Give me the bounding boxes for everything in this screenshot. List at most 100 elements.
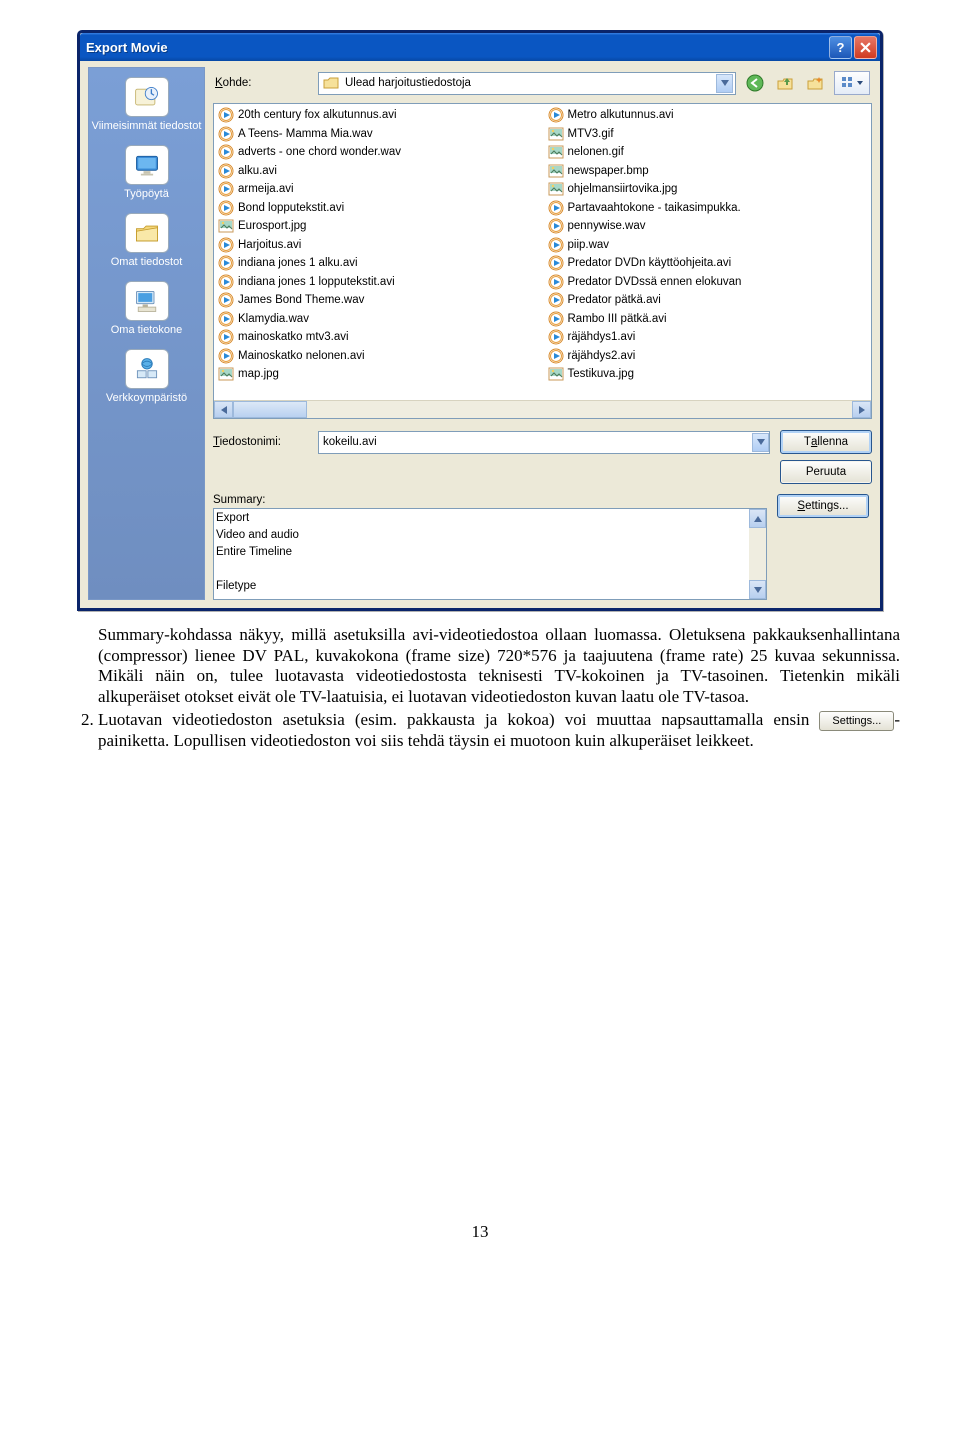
file-item[interactable]: piip.wav	[548, 236, 868, 255]
file-item[interactable]: indiana jones 1 lopputekstit.avi	[218, 273, 538, 292]
scroll-thumb[interactable]	[233, 401, 307, 418]
file-item[interactable]: MTV3.gif	[548, 125, 868, 144]
file-item[interactable]: adverts - one chord wonder.wav	[218, 143, 538, 162]
image-icon	[218, 218, 234, 234]
file-name: piip.wav	[568, 239, 610, 251]
file-item[interactable]: A Teens- Mamma Mia.wav	[218, 125, 538, 144]
new-folder-button[interactable]	[804, 72, 826, 94]
file-item[interactable]: Predator DVDssä ennen elokuvan	[548, 273, 868, 292]
scroll-right-button[interactable]	[852, 401, 871, 418]
sidebar-item-recent[interactable]: Viimeisimmät tiedostot	[87, 74, 206, 142]
cancel-button[interactable]: Peruuta	[780, 460, 872, 484]
media-icon	[218, 311, 234, 327]
media-icon	[218, 292, 234, 308]
media-icon	[548, 200, 564, 216]
summary-line: Video and audio	[216, 527, 746, 544]
sidebar-item-mycomputer[interactable]: Oma tietokone	[87, 278, 206, 346]
chevron-down-icon[interactable]	[716, 74, 733, 93]
media-icon	[218, 329, 234, 345]
file-item[interactable]: räjähdys2.avi	[548, 347, 868, 366]
up-one-level-button[interactable]	[774, 72, 796, 94]
scroll-down-button[interactable]	[749, 580, 766, 599]
file-name: Klamydia.wav	[238, 313, 309, 325]
sidebar-item-label: Omat tiedostot	[89, 256, 204, 268]
settings-button[interactable]: Settings...	[777, 494, 869, 518]
media-icon	[218, 237, 234, 253]
sidebar-item-network[interactable]: Verkkoympäristö	[87, 346, 206, 414]
media-icon	[548, 237, 564, 253]
sidebar-item-mydocs[interactable]: Omat tiedostot	[87, 210, 206, 278]
file-item[interactable]: Harjoitus.avi	[218, 236, 538, 255]
chevron-down-icon	[857, 81, 863, 85]
places-sidebar: Viimeisimmät tiedostot Työpöytä Omat tie…	[88, 67, 205, 600]
summary-textarea[interactable]: ExportVideo and audioEntire Timeline Fil…	[213, 508, 767, 600]
mydocs-icon	[125, 213, 169, 253]
sidebar-item-desktop[interactable]: Työpöytä	[87, 142, 206, 210]
image-icon	[548, 181, 564, 197]
media-icon	[218, 181, 234, 197]
vertical-scrollbar[interactable]	[749, 509, 766, 599]
save-button[interactable]: Tallenna	[780, 430, 872, 454]
file-name: Mainoskatko nelonen.avi	[238, 350, 365, 362]
scroll-up-button[interactable]	[749, 509, 766, 528]
help-button[interactable]: ?	[829, 36, 852, 59]
image-icon	[548, 144, 564, 160]
file-item[interactable]: räjähdys1.avi	[548, 328, 868, 347]
summary-line: Entire Timeline	[216, 544, 746, 561]
paragraph-1: Summary-kohdassa näkyy, millä asetuksill…	[98, 625, 900, 706]
views-button[interactable]	[834, 71, 870, 95]
file-item[interactable]: Metro alkutunnus.avi	[548, 106, 868, 125]
file-item[interactable]: ohjelmansiirtovika.jpg	[548, 180, 868, 199]
inline-settings-button: Settings...	[819, 711, 894, 731]
file-item[interactable]: Klamydia.wav	[218, 310, 538, 329]
file-item[interactable]: indiana jones 1 alku.avi	[218, 254, 538, 273]
mycomputer-icon	[125, 281, 169, 321]
filename-label: Tiedostonimi:	[213, 436, 308, 448]
media-icon	[548, 274, 564, 290]
file-item[interactable]: alku.avi	[218, 162, 538, 181]
recent-icon	[125, 77, 169, 117]
file-item[interactable]: Eurosport.jpg	[218, 217, 538, 236]
summary-line: Filetype	[216, 578, 746, 595]
views-icon	[841, 76, 855, 90]
horizontal-scrollbar[interactable]	[214, 400, 871, 418]
media-icon	[218, 107, 234, 123]
back-button[interactable]	[744, 72, 766, 94]
titlebar[interactable]: Export Movie ?	[80, 33, 880, 61]
file-item[interactable]: Bond lopputekstit.avi	[218, 199, 538, 218]
file-name: Bond lopputekstit.avi	[238, 202, 344, 214]
look-in-combo[interactable]: Ulead harjoitustiedostoja	[318, 72, 736, 95]
file-item[interactable]: pennywise.wav	[548, 217, 868, 236]
file-item[interactable]: Predator DVDn käyttöohjeita.avi	[548, 254, 868, 273]
media-icon	[548, 348, 564, 364]
file-item[interactable]: 20th century fox alkutunnus.avi	[218, 106, 538, 125]
file-name: Predator DVDn käyttöohjeita.avi	[568, 257, 732, 269]
file-item[interactable]: map.jpg	[218, 365, 538, 384]
file-item[interactable]: Testikuva.jpg	[548, 365, 868, 384]
close-button[interactable]	[854, 36, 877, 59]
media-icon	[548, 329, 564, 345]
file-name: Partavaahtokone - taikasimpukka.	[568, 202, 741, 214]
chevron-down-icon[interactable]	[752, 433, 769, 452]
file-item[interactable]: Partavaahtokone - taikasimpukka.	[548, 199, 868, 218]
page-number: 13	[60, 1222, 900, 1242]
file-name: adverts - one chord wonder.wav	[238, 146, 401, 158]
file-list[interactable]: 20th century fox alkutunnus.aviA Teens- …	[213, 103, 872, 419]
media-icon	[218, 144, 234, 160]
file-name: ohjelmansiirtovika.jpg	[568, 183, 678, 195]
file-item[interactable]: mainoskatko mtv3.avi	[218, 328, 538, 347]
scroll-left-button[interactable]	[214, 401, 233, 418]
filename-input[interactable]: kokeilu.avi	[318, 431, 770, 454]
file-item[interactable]: nelonen.gif	[548, 143, 868, 162]
image-icon	[548, 126, 564, 142]
file-name: pennywise.wav	[568, 220, 646, 232]
file-item[interactable]: Rambo III pätkä.avi	[548, 310, 868, 329]
file-item[interactable]: Predator pätkä.avi	[548, 291, 868, 310]
file-item[interactable]: James Bond Theme.wav	[218, 291, 538, 310]
file-name: Metro alkutunnus.avi	[568, 109, 674, 121]
file-item[interactable]: Mainoskatko nelonen.avi	[218, 347, 538, 366]
file-item[interactable]: newspaper.bmp	[548, 162, 868, 181]
file-name: armeija.avi	[238, 183, 294, 195]
file-name: Predator pätkä.avi	[568, 294, 661, 306]
file-item[interactable]: armeija.avi	[218, 180, 538, 199]
